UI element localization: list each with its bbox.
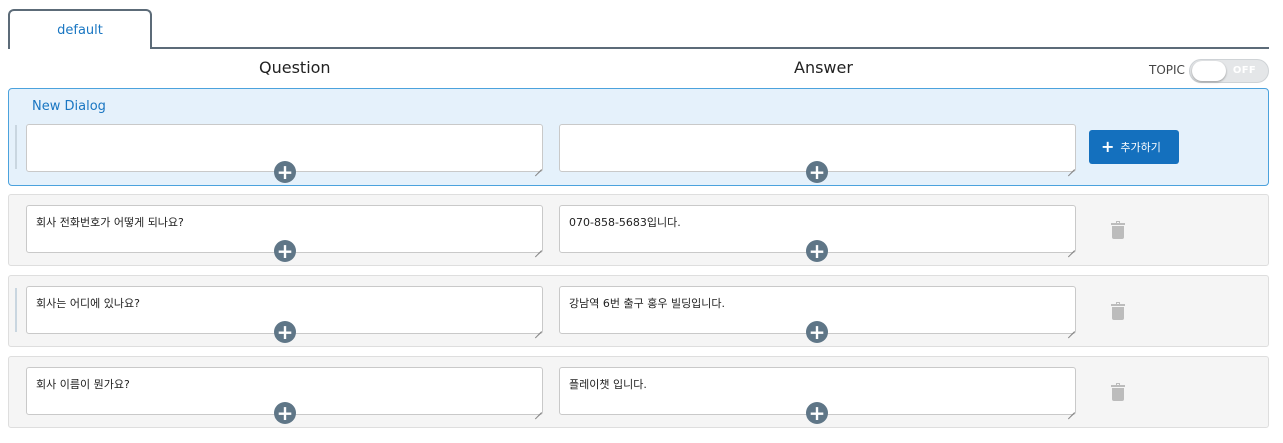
add-question-variant-icon[interactable]: + bbox=[274, 321, 296, 343]
add-answer-variant-icon[interactable]: + bbox=[806, 402, 828, 424]
dialog-row: 회사 이름이 뭔가요? + 플레이챗 입니다. + bbox=[8, 356, 1269, 428]
resize-grip-icon[interactable] bbox=[535, 406, 542, 413]
add-question-variant-icon[interactable]: + bbox=[274, 402, 296, 424]
row-divider bbox=[15, 125, 17, 169]
resize-grip-icon[interactable] bbox=[535, 163, 542, 170]
trash-icon[interactable] bbox=[1111, 221, 1125, 239]
add-dialog-button-label: 추가하기 bbox=[1120, 141, 1161, 154]
resize-grip-icon[interactable] bbox=[535, 244, 542, 251]
add-question-variant-icon[interactable]: + bbox=[274, 161, 296, 183]
resize-grip-icon[interactable] bbox=[1068, 325, 1075, 332]
answer-column-header: Answer bbox=[794, 58, 853, 77]
add-answer-variant-icon[interactable]: + bbox=[806, 161, 828, 183]
tab-bar: default bbox=[8, 9, 1269, 52]
resize-grip-icon[interactable] bbox=[535, 325, 542, 332]
add-dialog-button[interactable]: + 추가하기 bbox=[1089, 130, 1179, 164]
new-dialog-panel: New Dialog + + + 추가하기 bbox=[8, 88, 1269, 186]
toggle-state-label: OFF bbox=[1232, 65, 1256, 76]
add-answer-variant-icon[interactable]: + bbox=[806, 321, 828, 343]
question-column-header: Question bbox=[259, 58, 331, 77]
plus-icon: + bbox=[1101, 137, 1115, 156]
resize-grip-icon[interactable] bbox=[1068, 406, 1075, 413]
row-divider bbox=[15, 288, 17, 332]
toggle-knob bbox=[1192, 61, 1226, 81]
tab-default[interactable]: default bbox=[8, 9, 152, 52]
resize-grip-icon[interactable] bbox=[1068, 244, 1075, 251]
dialog-row: 회사는 어디에 있나요? + 강남역 6번 출구 홍우 빌딩입니다. + bbox=[8, 275, 1269, 347]
trash-icon[interactable] bbox=[1111, 302, 1125, 320]
topic-toggle[interactable]: OFF bbox=[1189, 59, 1269, 83]
new-dialog-title: New Dialog bbox=[32, 99, 106, 114]
add-question-variant-icon[interactable]: + bbox=[274, 240, 296, 262]
topic-label: TOPIC bbox=[1149, 63, 1185, 77]
dialog-row: 회사 전화번호가 어떻게 되나요? + 070-858-5683입니다. + bbox=[8, 194, 1269, 266]
trash-icon[interactable] bbox=[1111, 383, 1125, 401]
resize-grip-icon[interactable] bbox=[1068, 163, 1075, 170]
add-answer-variant-icon[interactable]: + bbox=[806, 240, 828, 262]
